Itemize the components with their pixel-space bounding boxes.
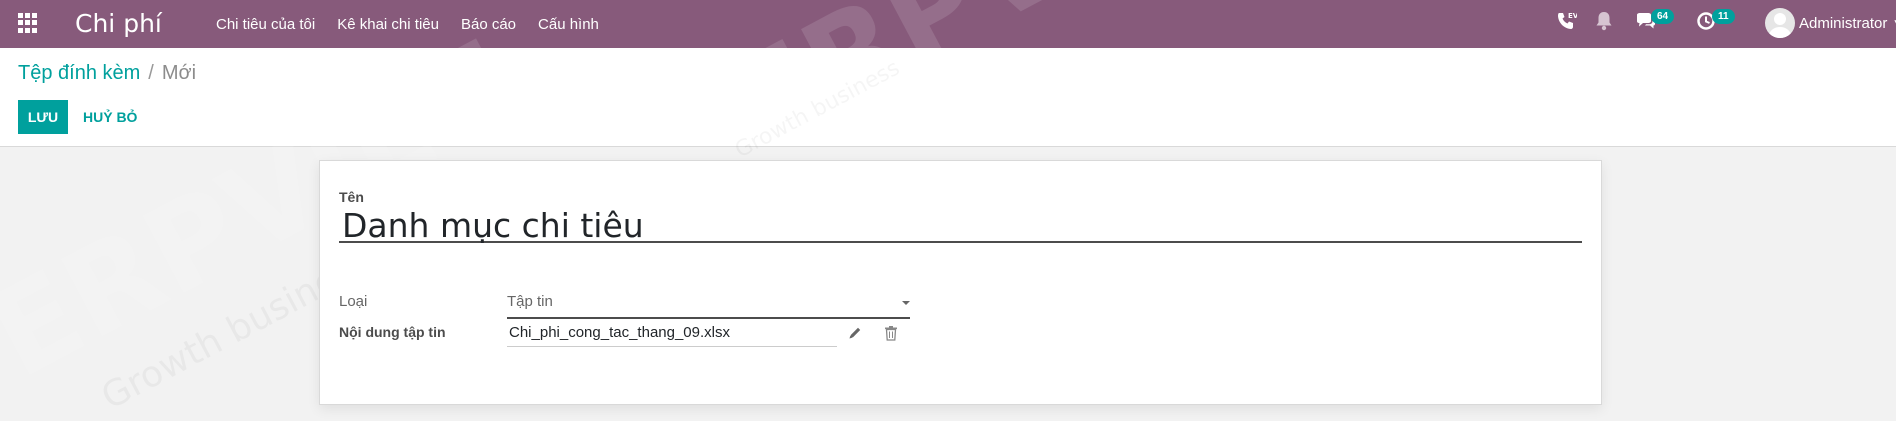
menu-item-configuration[interactable]: Cấu hình: [527, 16, 610, 33]
chevron-down-icon: ▼: [1892, 18, 1896, 29]
breadcrumb-attachments-link[interactable]: Tệp đính kèm: [18, 62, 140, 84]
form-sheet: Tên Danh mục chi tiêu Loại Tập tin Nội d…: [319, 160, 1602, 405]
app-name[interactable]: Chi phí: [75, 9, 162, 38]
user-name: Administrator: [1799, 14, 1888, 32]
messages-icon[interactable]: 64: [1634, 9, 1675, 37]
type-select-value: Tập tin: [507, 293, 553, 310]
breadcrumb-separator: /: [148, 62, 154, 84]
save-button[interactable]: LƯU: [18, 100, 68, 134]
pencil-icon[interactable]: [847, 325, 863, 346]
top-navbar: Chi phí Chi tiêu của tôi Kê khai chi tiê…: [0, 0, 1896, 48]
messages-count-badge: 64: [1651, 9, 1675, 24]
svg-text:EV: EV: [1568, 12, 1577, 20]
avatar: [1765, 8, 1795, 38]
name-input[interactable]: Danh mục chi tiêu: [339, 209, 1582, 243]
bell-icon[interactable]: [1594, 10, 1614, 37]
trash-icon[interactable]: [884, 325, 898, 346]
name-label: Tên: [339, 189, 364, 205]
breadcrumb: Tệp đính kèm / Mới: [18, 62, 196, 85]
apps-menu-icon[interactable]: [18, 13, 38, 33]
voip-phone-icon[interactable]: EV: [1555, 10, 1579, 37]
main-menu: Chi tiêu của tôi Kê khai chi tiêu Báo cá…: [205, 0, 610, 48]
type-select[interactable]: Tập tin: [507, 289, 910, 319]
discard-button[interactable]: HUỶ BỎ: [83, 100, 137, 134]
control-panel: Tệp đính kèm / Mới LƯU HUỶ BỎ: [0, 48, 1896, 147]
menu-item-expense-reports[interactable]: Kê khai chi tiêu: [326, 16, 450, 33]
menu-item-reporting[interactable]: Báo cáo: [450, 16, 527, 33]
file-content-label: Nội dung tập tin: [339, 324, 446, 340]
activities-count-badge: 11: [1712, 9, 1735, 24]
file-name-field[interactable]: Chi_phi_cong_tac_thang_09.xlsx: [507, 320, 837, 347]
activity-clock-icon[interactable]: 11: [1696, 9, 1735, 37]
user-menu[interactable]: Administrator ▼: [1765, 7, 1896, 39]
type-label: Loại: [339, 293, 368, 310]
menu-item-my-expenses[interactable]: Chi tiêu của tôi: [205, 16, 326, 33]
caret-down-icon: [902, 301, 910, 305]
breadcrumb-current: Mới: [161, 62, 197, 84]
